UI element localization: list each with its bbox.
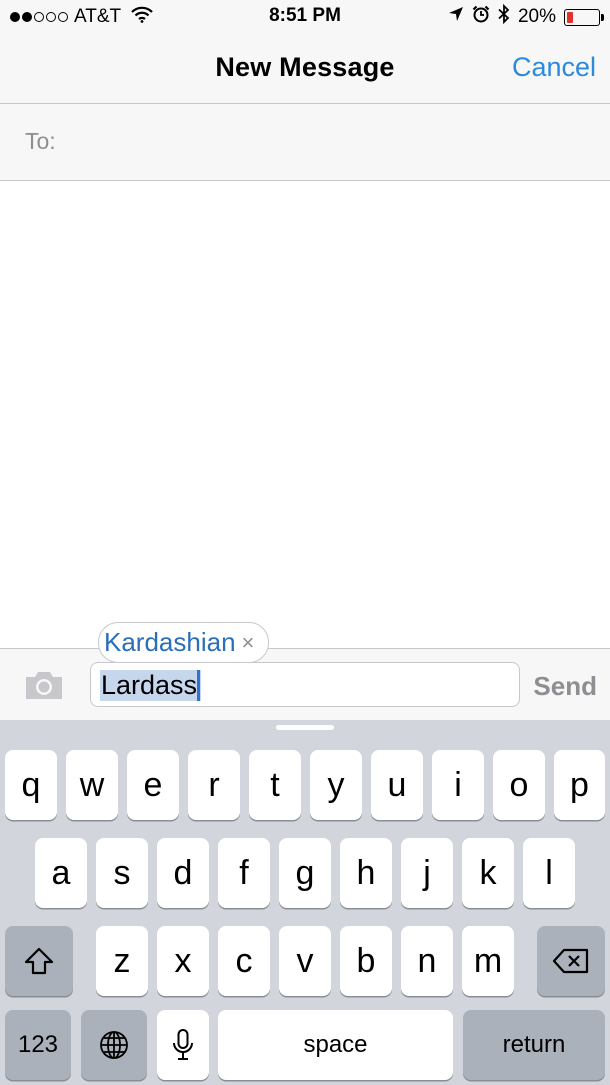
message-input[interactable]: Lardass	[90, 662, 520, 707]
message-input-text: Lardass	[100, 670, 202, 701]
key-q[interactable]: q	[5, 750, 57, 820]
status-bar: AT&T 8:51 PM 20%	[0, 0, 610, 34]
autocorrect-suggestion[interactable]: Kardashian ×	[98, 622, 270, 663]
camera-icon[interactable]	[23, 669, 65, 701]
text-cursor	[197, 670, 201, 701]
key-j[interactable]: j	[401, 838, 453, 908]
compose-bar: Lardass Send	[0, 648, 610, 720]
key-m[interactable]: m	[462, 926, 514, 996]
alarm-icon	[472, 5, 490, 29]
key-h[interactable]: h	[340, 838, 392, 908]
bluetooth-icon	[498, 3, 510, 30]
key-i[interactable]: i	[432, 750, 484, 820]
key-v[interactable]: v	[279, 926, 331, 996]
send-button[interactable]: Send	[533, 671, 597, 702]
key-o[interactable]: o	[493, 750, 545, 820]
key-e[interactable]: e	[127, 750, 179, 820]
key-l[interactable]: l	[523, 838, 575, 908]
space-key[interactable]: space	[218, 1010, 453, 1080]
globe-icon	[98, 1029, 130, 1061]
delete-key[interactable]	[537, 926, 605, 996]
key-d[interactable]: d	[157, 838, 209, 908]
recipient-field[interactable]: To:	[0, 104, 610, 181]
battery-icon	[564, 8, 604, 26]
shift-key[interactable]	[5, 926, 73, 996]
key-s[interactable]: s	[96, 838, 148, 908]
globe-key[interactable]	[81, 1010, 147, 1080]
autocorrect-dismiss-icon[interactable]: ×	[242, 630, 255, 656]
delete-icon	[552, 948, 590, 974]
numbers-key[interactable]: 123	[5, 1010, 71, 1080]
key-p[interactable]: p	[554, 750, 605, 820]
battery-percent: 20%	[517, 6, 556, 27]
cancel-button[interactable]: Cancel	[512, 52, 596, 83]
key-z[interactable]: z	[96, 926, 148, 996]
key-g[interactable]: g	[279, 838, 331, 908]
battery-level-fill	[567, 11, 573, 23]
shift-icon	[23, 946, 55, 976]
keyboard-handle[interactable]	[276, 725, 334, 730]
microphone-icon	[172, 1028, 194, 1062]
microphone-key[interactable]	[157, 1010, 209, 1080]
message-thread-area	[0, 181, 610, 648]
location-arrow-icon	[448, 6, 464, 28]
key-w[interactable]: w	[66, 750, 118, 820]
to-label: To:	[25, 128, 56, 154]
return-key[interactable]: return	[463, 1010, 605, 1080]
key-n[interactable]: n	[401, 926, 453, 996]
key-u[interactable]: u	[371, 750, 423, 820]
key-y[interactable]: y	[310, 750, 362, 820]
status-right: 20%	[448, 3, 604, 30]
autocorrect-suggestion-text[interactable]: Kardashian	[104, 627, 236, 658]
key-b[interactable]: b	[340, 926, 392, 996]
keyboard: q w e r t y u i o p a s d f g h j k l z …	[0, 720, 610, 1085]
key-c[interactable]: c	[218, 926, 270, 996]
key-x[interactable]: x	[157, 926, 209, 996]
key-k[interactable]: k	[462, 838, 514, 908]
message-input-value: Lardass	[101, 670, 198, 700]
key-a[interactable]: a	[35, 838, 87, 908]
key-t[interactable]: t	[249, 750, 301, 820]
key-f[interactable]: f	[218, 838, 270, 908]
navigation-bar: New Message Cancel	[0, 34, 610, 104]
key-r[interactable]: r	[188, 750, 240, 820]
